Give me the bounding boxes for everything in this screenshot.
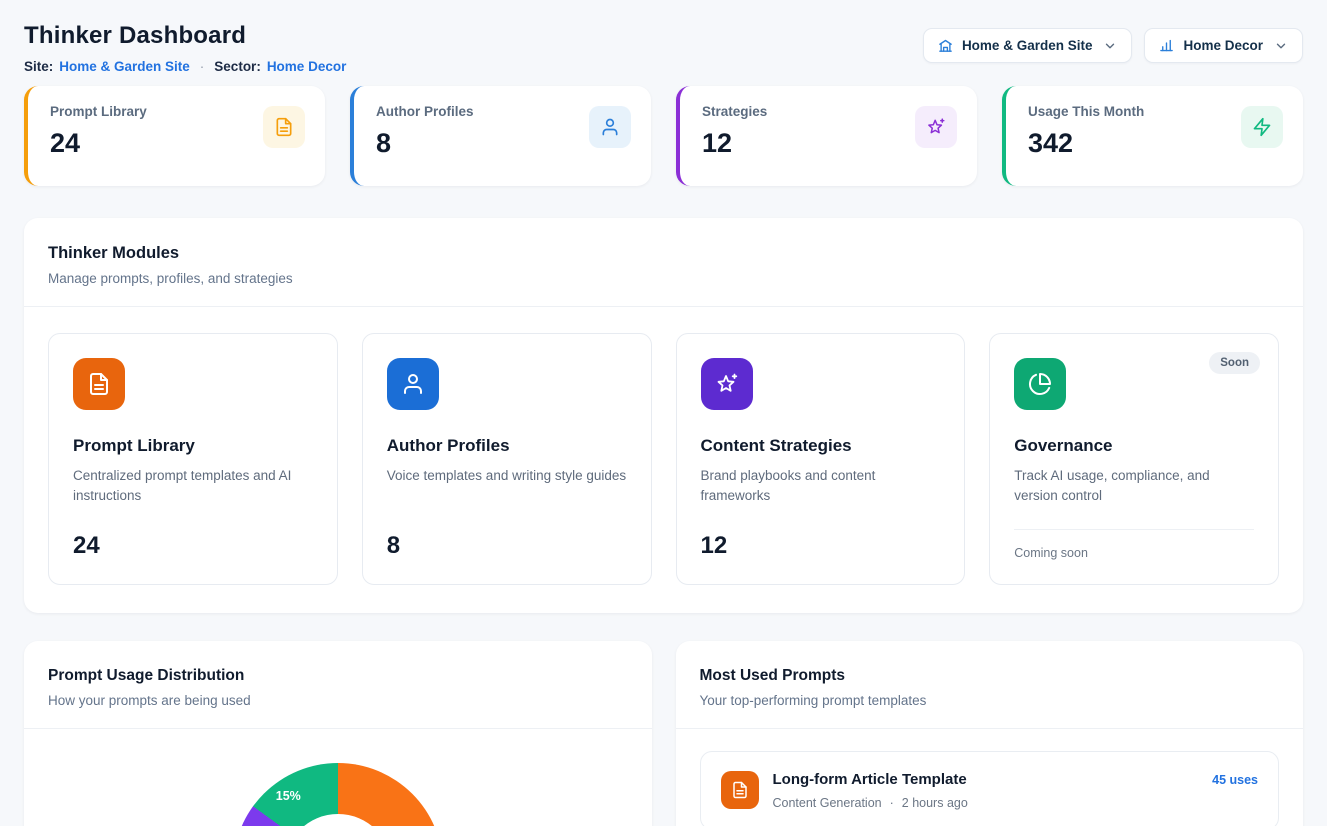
prompt-list: Long-form Article Template Content Gener… <box>676 729 1304 826</box>
prompt-item[interactable]: Long-form Article Template Content Gener… <box>700 751 1280 826</box>
site-selector-label: Home & Garden Site <box>962 38 1093 53</box>
stat-label: Strategies <box>702 104 767 119</box>
separator-dot: · <box>890 796 894 810</box>
user-icon <box>589 106 631 148</box>
site-link[interactable]: Home & Garden Site <box>59 59 190 74</box>
sector-selector-label: Home Decor <box>1183 38 1263 53</box>
chart-area: 15% <box>24 729 652 826</box>
stat-text: Strategies 12 <box>702 104 767 170</box>
module-count: 24 <box>73 532 313 560</box>
prompt-title: Long-form Article Template <box>773 771 1199 788</box>
thinker-modules-panel: Thinker Modules Manage prompts, profiles… <box>24 218 1303 613</box>
modules-grid: Prompt Library Centralized prompt templa… <box>24 307 1303 613</box>
most-used-title: Most Used Prompts <box>700 667 1280 685</box>
prompt-uses-badge: 45 uses <box>1212 773 1258 787</box>
header-selectors: Home & Garden Site Home Decor <box>923 28 1303 63</box>
sparkle-icon <box>915 106 957 148</box>
donut-segment-label: 15% <box>276 789 301 803</box>
separator-dot: · <box>200 59 205 74</box>
prompt-meta: Content Generation · 2 hours ago <box>773 796 1199 810</box>
module-description: Brand playbooks and content frameworks <box>701 466 941 518</box>
module-title: Governance <box>1014 436 1254 456</box>
prompt-info: Long-form Article Template Content Gener… <box>773 771 1199 810</box>
most-used-subtitle: Your top-performing prompt templates <box>700 693 1280 708</box>
chevron-down-icon <box>1274 39 1288 53</box>
stat-card-prompt-library: Prompt Library 24 <box>24 86 325 186</box>
modules-subtitle: Manage prompts, profiles, and strategies <box>48 271 1279 286</box>
module-description: Voice templates and writing style guides <box>387 466 627 518</box>
stat-value: 24 <box>50 128 147 159</box>
document-icon <box>721 771 759 809</box>
stat-label: Usage This Month <box>1028 104 1144 119</box>
stat-value: 342 <box>1028 128 1144 159</box>
stats-row: Prompt Library 24 Author Profiles 8 Stra… <box>24 86 1303 186</box>
sector-selector-button[interactable]: Home Decor <box>1144 28 1303 63</box>
header-left: Thinker Dashboard Site: Home & Garden Si… <box>24 22 346 74</box>
chevron-down-icon <box>1103 39 1117 53</box>
module-count: 12 <box>701 532 941 560</box>
coming-soon-label: Coming soon <box>1014 529 1254 560</box>
module-count: 8 <box>387 532 627 560</box>
module-title: Prompt Library <box>73 436 313 456</box>
building-icon <box>938 38 953 53</box>
pie-chart-icon <box>1014 358 1066 410</box>
stat-value: 12 <box>702 128 767 159</box>
zap-icon <box>1241 106 1283 148</box>
stat-card-usage: Usage This Month 342 <box>1002 86 1303 186</box>
site-label: Site: <box>24 59 53 74</box>
sector-label: Sector: <box>214 59 261 74</box>
prompt-time: 2 hours ago <box>902 796 968 810</box>
site-selector-button[interactable]: Home & Garden Site <box>923 28 1133 63</box>
donut-chart <box>233 763 443 826</box>
most-used-prompts-panel: Most Used Prompts Your top-performing pr… <box>676 641 1304 826</box>
module-card-governance[interactable]: Soon Governance Track AI usage, complian… <box>989 333 1279 585</box>
module-description: Centralized prompt templates and AI inst… <box>73 466 313 518</box>
stat-card-strategies: Strategies 12 <box>676 86 977 186</box>
sector-link[interactable]: Home Decor <box>267 59 347 74</box>
soon-badge: Soon <box>1209 352 1260 374</box>
module-title: Content Strategies <box>701 436 941 456</box>
usage-distribution-panel: Prompt Usage Distribution How your promp… <box>24 641 652 826</box>
bar-chart-icon <box>1159 38 1174 53</box>
module-title: Author Profiles <box>387 436 627 456</box>
module-card-author-profiles[interactable]: Author Profiles Voice templates and writ… <box>362 333 652 585</box>
module-card-content-strategies[interactable]: Content Strategies Brand playbooks and c… <box>676 333 966 585</box>
stat-text: Usage This Month 342 <box>1028 104 1144 170</box>
topbar: Thinker Dashboard Site: Home & Garden Si… <box>24 22 1303 74</box>
sparkle-icon <box>701 358 753 410</box>
document-icon <box>73 358 125 410</box>
stat-card-author-profiles: Author Profiles 8 <box>350 86 651 186</box>
document-icon <box>263 106 305 148</box>
donut-hole <box>284 814 392 826</box>
stat-text: Author Profiles 8 <box>376 104 474 170</box>
prompt-category: Content Generation <box>773 796 882 810</box>
usage-chart-subtitle: How your prompts are being used <box>48 693 628 708</box>
modules-title: Thinker Modules <box>48 244 1279 263</box>
stat-label: Author Profiles <box>376 104 474 119</box>
usage-chart-title: Prompt Usage Distribution <box>48 667 628 685</box>
modules-header: Thinker Modules Manage prompts, profiles… <box>24 218 1303 306</box>
site-sector-line: Site: Home & Garden Site · Sector: Home … <box>24 59 346 74</box>
dashboard-page: Thinker Dashboard Site: Home & Garden Si… <box>0 0 1327 826</box>
most-used-header: Most Used Prompts Your top-performing pr… <box>676 641 1304 728</box>
bottom-row: Prompt Usage Distribution How your promp… <box>24 641 1303 826</box>
page-title: Thinker Dashboard <box>24 22 346 50</box>
module-card-prompt-library[interactable]: Prompt Library Centralized prompt templa… <box>48 333 338 585</box>
user-icon <box>387 358 439 410</box>
module-description: Track AI usage, compliance, and version … <box>1014 466 1254 515</box>
stat-text: Prompt Library 24 <box>50 104 147 170</box>
usage-chart-header: Prompt Usage Distribution How your promp… <box>24 641 652 728</box>
stat-value: 8 <box>376 128 474 159</box>
stat-label: Prompt Library <box>50 104 147 119</box>
